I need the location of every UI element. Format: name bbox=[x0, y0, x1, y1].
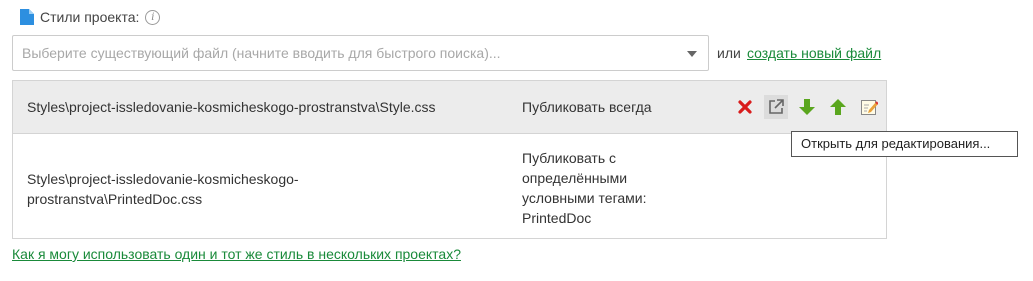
tooltip: Открыть для редактирования... bbox=[791, 131, 1018, 157]
create-new-file-link[interactable]: создать новый файл bbox=[747, 45, 881, 61]
move-down-button[interactable] bbox=[795, 95, 819, 119]
project-styles-label: Стили проекта: bbox=[40, 9, 140, 25]
delete-button[interactable] bbox=[733, 95, 757, 119]
table-row[interactable]: Styles\project-issledovanie-kosmicheskog… bbox=[13, 134, 886, 238]
style-path: Styles\project-issledovanie-kosmicheskog… bbox=[27, 99, 436, 115]
chevron-down-icon[interactable] bbox=[687, 51, 697, 57]
file-select-placeholder: Выберите существующий файл (начните ввод… bbox=[22, 45, 501, 61]
publish-condition: Публиковать всегда bbox=[522, 99, 652, 115]
info-icon[interactable]: i bbox=[145, 9, 161, 25]
publish-condition: Публиковать с определёнными условными те… bbox=[522, 150, 647, 226]
project-styles-header: Стили проекта: i bbox=[20, 8, 161, 26]
delete-icon bbox=[738, 100, 752, 114]
or-label: или bbox=[717, 45, 741, 61]
styles-table: Styles\project-issledovanie-kosmicheskog… bbox=[12, 80, 887, 239]
style-path: Styles\project-issledovanie-kosmicheskog… bbox=[27, 171, 299, 207]
move-up-button[interactable] bbox=[826, 95, 850, 119]
edit-icon bbox=[861, 100, 878, 115]
table-row[interactable]: Styles\project-issledovanie-kosmicheskog… bbox=[13, 81, 886, 134]
file-select[interactable]: Выберите существующий файл (начните ввод… bbox=[12, 35, 709, 71]
row-actions bbox=[733, 95, 888, 119]
help-link[interactable]: Как я могу использовать один и тот же ст… bbox=[12, 246, 461, 262]
open-external-icon bbox=[769, 99, 784, 114]
move-up-icon bbox=[830, 99, 846, 115]
edit-button[interactable] bbox=[857, 95, 881, 119]
move-down-icon bbox=[799, 99, 815, 115]
document-icon bbox=[20, 9, 34, 25]
open-for-edit-button[interactable] bbox=[764, 95, 788, 119]
